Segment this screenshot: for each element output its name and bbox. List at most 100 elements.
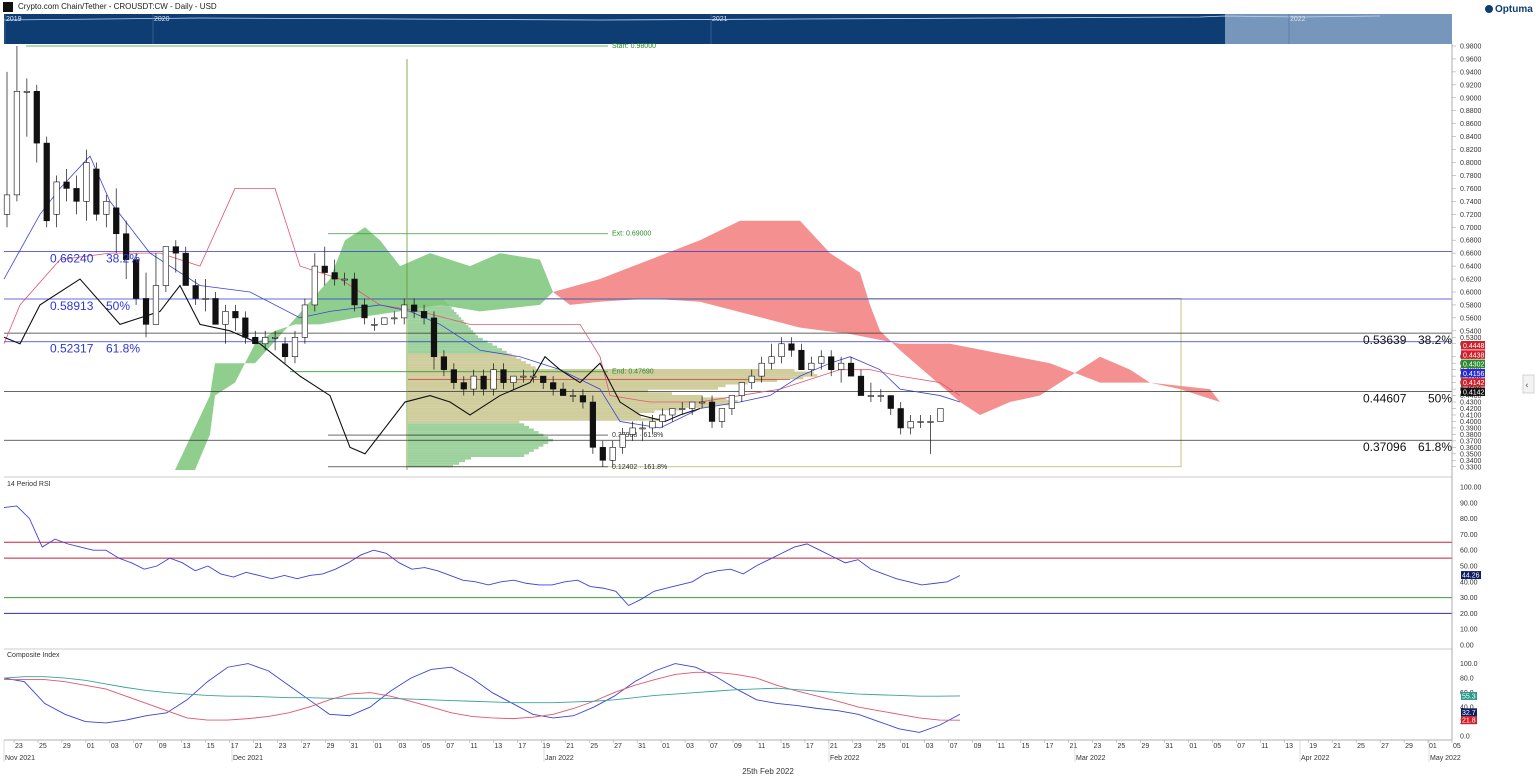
candle-body[interactable] bbox=[202, 298, 209, 300]
candle-body[interactable] bbox=[232, 311, 239, 319]
candle-body[interactable] bbox=[798, 349, 805, 370]
candle-body[interactable] bbox=[331, 272, 338, 280]
candle-body[interactable] bbox=[93, 168, 100, 215]
navigator-window[interactable] bbox=[1225, 14, 1452, 44]
candle-body[interactable] bbox=[43, 142, 50, 222]
candle-body[interactable] bbox=[927, 421, 934, 423]
candle-body[interactable] bbox=[321, 265, 328, 273]
candle-body[interactable] bbox=[550, 382, 557, 390]
candle-body[interactable] bbox=[222, 311, 229, 325]
candle-body[interactable] bbox=[768, 356, 775, 364]
candle-body[interactable] bbox=[897, 408, 904, 429]
candle-body[interactable] bbox=[113, 207, 120, 235]
candle-body[interactable] bbox=[579, 395, 587, 403]
candle-body[interactable] bbox=[391, 317, 398, 320]
candle-body[interactable] bbox=[470, 375, 477, 390]
candle-body[interactable] bbox=[808, 362, 815, 370]
candle-body[interactable] bbox=[838, 362, 845, 370]
candle-body[interactable] bbox=[3, 194, 11, 215]
candle-body[interactable] bbox=[162, 246, 169, 286]
candle-body[interactable] bbox=[867, 395, 875, 397]
candle-body[interactable] bbox=[152, 285, 160, 325]
candle-body[interactable] bbox=[530, 375, 537, 378]
candle-body[interactable] bbox=[917, 421, 924, 423]
candle-body[interactable] bbox=[361, 304, 368, 319]
candle-body[interactable] bbox=[907, 421, 914, 429]
candle-body[interactable] bbox=[788, 343, 795, 351]
candle-body[interactable] bbox=[53, 181, 60, 215]
candle-body[interactable] bbox=[708, 401, 716, 422]
candle-body[interactable] bbox=[83, 162, 90, 202]
candle-body[interactable] bbox=[629, 427, 636, 435]
candle-body[interactable] bbox=[619, 434, 626, 448]
candle-body[interactable] bbox=[698, 401, 706, 404]
candle-body[interactable] bbox=[748, 375, 755, 383]
candle-body[interactable] bbox=[252, 336, 259, 345]
candle-body[interactable] bbox=[877, 395, 884, 397]
candle-body[interactable] bbox=[480, 375, 487, 390]
candle-body[interactable] bbox=[63, 181, 70, 189]
candle-body[interactable] bbox=[172, 246, 179, 254]
candle-body[interactable] bbox=[13, 91, 21, 196]
candle-body[interactable] bbox=[23, 91, 30, 93]
candle-body[interactable] bbox=[689, 401, 696, 409]
candle-body[interactable] bbox=[411, 304, 418, 312]
candle-body[interactable] bbox=[500, 369, 507, 383]
candle-body[interactable] bbox=[718, 408, 726, 422]
candle-body[interactable] bbox=[937, 408, 944, 422]
candle-body[interactable] bbox=[847, 362, 855, 377]
candle-body[interactable] bbox=[649, 421, 656, 429]
composite-index-pane[interactable]: 100.080.060.040.020.00.055.332.721.8 bbox=[3, 661, 1478, 741]
candle-body[interactable] bbox=[857, 375, 865, 396]
candle-body[interactable] bbox=[887, 395, 894, 409]
candle-body[interactable] bbox=[291, 336, 299, 358]
candle-body[interactable] bbox=[242, 317, 249, 338]
candle-body[interactable] bbox=[371, 324, 378, 326]
candle-body[interactable] bbox=[450, 369, 457, 383]
candle-body[interactable] bbox=[828, 356, 835, 370]
candle-body[interactable] bbox=[440, 356, 448, 370]
price-pane[interactable]: 0.9800 0.9600 0.9400 0.9200 0.9000 0.8800 0.86… bbox=[3, 43, 1485, 471]
candle-body[interactable] bbox=[778, 343, 785, 358]
candle-body[interactable] bbox=[301, 304, 309, 338]
candle-body[interactable] bbox=[540, 375, 547, 383]
candle-body[interactable] bbox=[262, 336, 269, 345]
candle-body[interactable] bbox=[33, 91, 40, 144]
candle-body[interactable] bbox=[401, 304, 408, 319]
candle-body[interactable] bbox=[381, 317, 388, 325]
candle-body[interactable] bbox=[738, 382, 745, 396]
candle-body[interactable] bbox=[639, 427, 646, 430]
candle-body[interactable] bbox=[103, 201, 110, 215]
candle-body[interactable] bbox=[758, 362, 765, 377]
candle-body[interactable] bbox=[73, 188, 80, 202]
chart-menu-icon[interactable] bbox=[3, 2, 13, 12]
candle-body[interactable] bbox=[520, 375, 527, 378]
candle-body[interactable] bbox=[182, 252, 189, 286]
candle-body[interactable] bbox=[430, 317, 438, 358]
candle-body[interactable] bbox=[599, 447, 606, 461]
candle-body[interactable] bbox=[818, 356, 825, 364]
candle-body[interactable] bbox=[728, 395, 735, 409]
candle-body[interactable] bbox=[272, 336, 279, 339]
candle-body[interactable] bbox=[420, 311, 428, 319]
candle-body[interactable] bbox=[351, 278, 358, 306]
x-axis-day-label: 29 bbox=[1405, 743, 1413, 750]
candle-body[interactable] bbox=[281, 343, 289, 358]
candle-body[interactable] bbox=[490, 369, 497, 390]
candle-body[interactable] bbox=[559, 388, 567, 396]
candle-body[interactable] bbox=[311, 265, 318, 306]
rsi-pane[interactable]: 100.00 90.00 80.00 70.00 60.00 50.00 40.00 30.0… bbox=[3, 485, 1482, 650]
candle-body[interactable] bbox=[460, 382, 467, 390]
candle-body[interactable] bbox=[142, 298, 150, 325]
trading-chart[interactable]: Crypto.com Chain/Tether - CROUSDT:CW - D… bbox=[0, 0, 1536, 783]
candle-body[interactable] bbox=[659, 414, 666, 422]
candle-body[interactable] bbox=[669, 408, 676, 416]
candle-body[interactable] bbox=[192, 285, 199, 299]
candle-body[interactable] bbox=[510, 375, 517, 383]
candle-body[interactable] bbox=[341, 278, 348, 281]
candle-body[interactable] bbox=[609, 447, 616, 461]
candle-body[interactable] bbox=[569, 395, 577, 397]
candle-body[interactable] bbox=[679, 408, 686, 410]
candle-body[interactable] bbox=[212, 298, 219, 325]
candle-body[interactable] bbox=[589, 401, 596, 448]
